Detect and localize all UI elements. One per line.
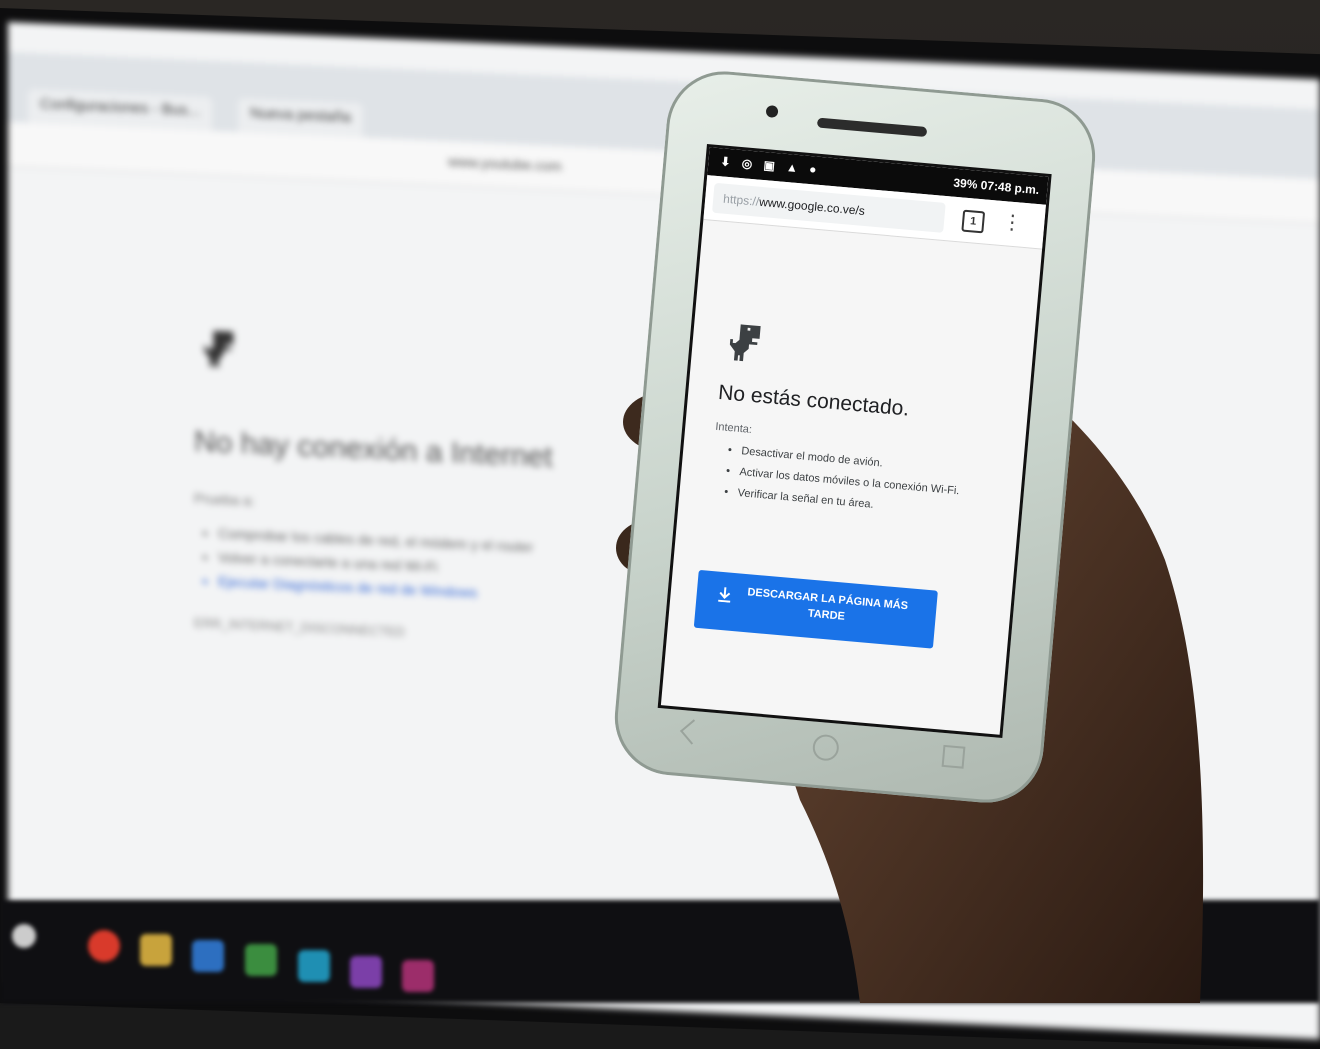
- download-later-button[interactable]: DESCARGAR LA PÁGINA MÁS TARDE: [693, 569, 938, 649]
- app-icon[interactable]: [402, 960, 434, 992]
- desktop-error-heading: No hay conexión a Internet: [194, 425, 553, 474]
- app-icon[interactable]: [350, 956, 382, 988]
- app-icon[interactable]: [192, 940, 224, 972]
- offline-suggestion-list: Desactivar el modo de avión. Activar los…: [725, 442, 1011, 529]
- recent-apps-icon[interactable]: [941, 744, 966, 769]
- offline-title: No estás conectado.: [717, 380, 911, 421]
- battery-time: 39% 07:48 p.m.: [952, 175, 1040, 198]
- dino-icon: [204, 330, 234, 368]
- folder-icon[interactable]: [140, 934, 172, 966]
- dino-icon: [729, 324, 761, 362]
- desktop-try-label: Prueba a:: [194, 490, 255, 509]
- download-later-label: DESCARGAR LA PÁGINA MÁS TARDE: [746, 586, 909, 623]
- url-host: www.google.co.ve/s: [758, 194, 866, 218]
- download-icon: [718, 587, 731, 603]
- url-scheme: https://: [722, 191, 760, 209]
- app-icon[interactable]: [245, 944, 277, 976]
- smartphone: ⬇ ◎ ▣ ▲ ● 39% 07:48 p.m. https://www.goo…: [610, 66, 1100, 808]
- app-icon[interactable]: [298, 950, 330, 982]
- desktop-suggestion-list: Comprobar los cables de red, el módem y …: [218, 521, 533, 607]
- desktop-url-text: www.youtube.com: [448, 153, 562, 175]
- phone-screen: ⬇ ◎ ▣ ▲ ● 39% 07:48 p.m. https://www.goo…: [657, 143, 1052, 738]
- notification-icons: ⬇ ◎ ▣ ▲ ●: [719, 154, 822, 177]
- try-label: Intenta:: [714, 420, 753, 436]
- tab-switcher-button[interactable]: 1: [961, 209, 986, 234]
- chrome-icon[interactable]: [88, 930, 120, 962]
- desktop-error-code: ERR_INTERNET_DISCONNECTED: [194, 615, 405, 640]
- start-icon[interactable]: [12, 924, 36, 948]
- more-menu-icon[interactable]: ⋮: [1001, 211, 1023, 235]
